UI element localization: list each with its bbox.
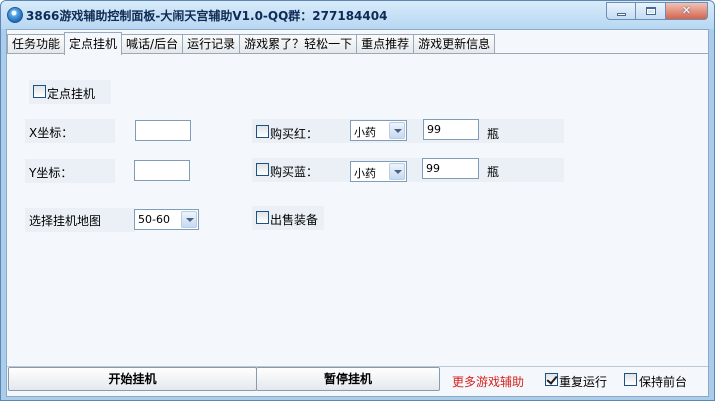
buy-blue-potion-value: 小药 [354,167,376,180]
chevron-down-icon[interactable] [389,122,405,139]
fixed-point-label: 定点挂机 [47,87,96,101]
chevron-down-icon[interactable] [181,211,197,228]
tab-run-log[interactable]: 运行记录 [182,34,241,54]
keep-foreground-label: 保持前台 [639,375,688,389]
chevron-down-icon[interactable] [389,163,405,180]
minimize-icon [617,13,626,16]
client-area: 任务功能 定点挂机 喊话/后台 运行记录 游戏累了？轻松一下 重点推荐 游戏更新… [6,29,709,397]
bottom-bar: 开始挂机 暂停挂机 更多游戏辅助 重复运行 保持前台 [7,366,708,391]
close-icon: ✕ [681,4,692,17]
buy-red-checkbox[interactable] [256,125,269,138]
buy-red-qty-input[interactable]: 99 [423,119,479,140]
window-controls: ✕ [606,2,708,20]
buy-blue-qty-input[interactable]: 99 [422,158,479,179]
app-icon [7,7,23,23]
more-games-link[interactable]: 更多游戏辅助 [452,373,524,390]
window-title: 3866游戏辅助控制面板-大闹天宫辅助V1.0-QQ群：277184404 [26,9,388,23]
maximize-button[interactable] [636,2,666,20]
buy-blue-label: 购买蓝： [270,165,319,179]
tab-strip: 任务功能 定点挂机 喊话/后台 运行记录 游戏累了？轻松一下 重点推荐 游戏更新… [7,32,496,55]
keep-foreground-checkbox[interactable] [624,373,637,386]
buy-red-unit: 瓶 [487,127,500,141]
tab-task[interactable]: 任务功能 [7,34,66,54]
maximize-icon [646,7,656,15]
repeat-run-label: 重复运行 [559,375,608,389]
minimize-button[interactable] [606,2,636,20]
pause-button[interactable]: 暂停挂机 [256,367,440,391]
buy-blue-checkbox[interactable] [256,163,269,176]
buy-blue-potion-select[interactable]: 小药 [350,161,407,182]
x-coord-label: X坐标： [29,126,74,140]
close-button[interactable]: ✕ [666,2,708,20]
y-coord-input[interactable] [134,160,190,181]
tab-game-updates[interactable]: 游戏更新信息 [413,34,496,54]
map-select-value: 50-60 [138,213,170,226]
repeat-run-checkbox[interactable] [545,373,558,386]
tab-relax[interactable]: 游戏累了？轻松一下 [239,34,358,54]
x-coord-input[interactable] [135,120,191,141]
buy-red-potion-select[interactable]: 小药 [350,120,407,141]
fixed-point-checkbox[interactable] [33,85,46,98]
sell-gear-label: 出售装备 [270,213,319,227]
title-bar[interactable]: 3866游戏辅助控制面板-大闹天宫辅助V1.0-QQ群：277184404 ✕ [1,1,714,29]
tab-fixed-point[interactable]: 定点挂机 [64,32,123,55]
tab-recommended[interactable]: 重点推荐 [356,34,415,54]
sell-gear-checkbox[interactable] [256,211,269,224]
buy-red-potion-value: 小药 [354,126,376,139]
y-coord-label: Y坐标： [29,166,73,180]
app-window: 3866游戏辅助控制面板-大闹天宫辅助V1.0-QQ群：277184404 ✕ … [0,0,715,401]
map-select[interactable]: 50-60 [134,209,199,230]
map-select-label: 选择挂机地图 [29,214,102,228]
buy-red-label: 购买红： [270,127,319,141]
tab-shout-background[interactable]: 喊话/后台 [121,34,184,54]
fixed-point-pane: 定点挂机 X坐标： Y坐标： 选择挂机地图 50-60 购买红： 小药 99 瓶… [7,53,708,361]
start-button[interactable]: 开始挂机 [8,367,257,391]
buy-blue-unit: 瓶 [487,165,500,179]
